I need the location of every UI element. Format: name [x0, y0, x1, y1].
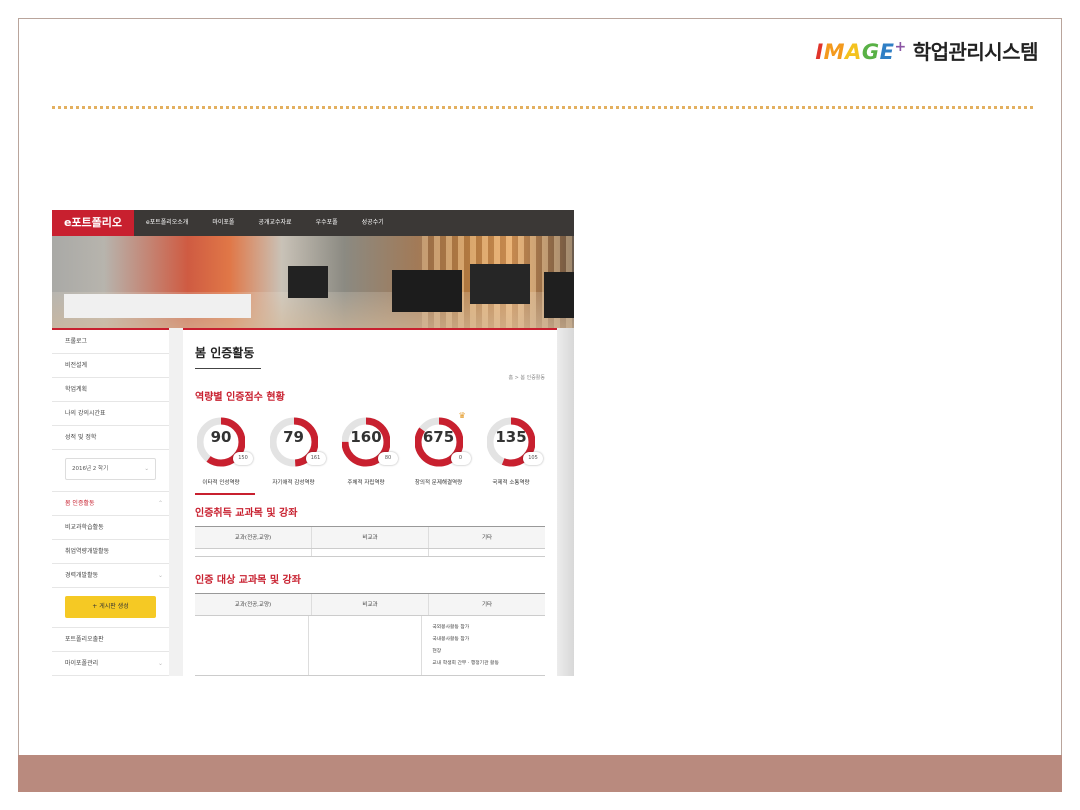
- sidebar-item-grades[interactable]: 성적 및 정학: [52, 426, 169, 450]
- gauge-target-badge: 80: [378, 452, 398, 465]
- gauge-target-badge: 0: [450, 452, 471, 465]
- nav-item-my-portfolio[interactable]: 마이포폴: [212, 210, 234, 236]
- nav-brand[interactable]: e포트폴리오: [52, 210, 134, 236]
- nav-item-intro[interactable]: e포트폴리오소개: [146, 210, 188, 236]
- chevron-down-icon: ⌄: [144, 466, 149, 472]
- create-board-button[interactable]: + 게시판 생성: [65, 596, 156, 618]
- hero-placeholder-box: [64, 294, 251, 318]
- gauge-label[interactable]: 이타적 인성역량: [191, 478, 251, 486]
- nav-item-best-portfolio[interactable]: 우수포폴: [316, 210, 338, 236]
- portfolio-screenshot: e포트폴리오 e포트폴리오소개 마이포폴 공개교수자료 우수포폴 성공수기 프롤…: [52, 210, 574, 676]
- table-header-cell: 비교과: [312, 594, 429, 615]
- breadcrumb: 홈 > 봄 인증활동: [508, 375, 545, 381]
- table-header-cell: 교과(전공,교양): [195, 527, 312, 548]
- list-item: 국내봉사활동 참가: [432, 637, 470, 642]
- table-header-cell: 비교과: [312, 527, 429, 548]
- list-item: 현장: [432, 649, 442, 654]
- list-item: 국외봉사활동 참가: [432, 625, 470, 630]
- table-row: [195, 549, 545, 557]
- table-row: 국외봉사활동 참가 국내봉사활동 참가 현장 교내 학생회 간부 · 행정기관 …: [195, 616, 545, 676]
- image-plus-logo: IMAGE+: [815, 39, 907, 64]
- gauge-value: 675: [422, 428, 455, 446]
- sidebar-item-vision[interactable]: 비전설계: [52, 354, 169, 378]
- gauge-label[interactable]: 국제적 소통역량: [481, 478, 541, 486]
- gauge-label[interactable]: 주체적 자립역량: [336, 478, 396, 486]
- sidebar: 프롤로그 비전설계 학업계획 나의 강의시간표 성적 및 정학 2016년 2 …: [52, 328, 169, 676]
- monitor-shape: [544, 272, 574, 318]
- sidebar-item-career[interactable]: 경력개발활동 ⌄: [52, 564, 169, 588]
- list-item: 교내 학생회 간부 · 행정기관 활동: [432, 661, 499, 666]
- section-heading-score: 역량별 인증점수 현황: [195, 392, 285, 403]
- gauge-target-badge: 161: [305, 452, 326, 465]
- gauge-value: 90: [210, 428, 232, 446]
- table-header-cell: 교과(전공,교양): [195, 594, 312, 615]
- table-header-row: 교과(전공,교양) 비교과 기타: [195, 594, 545, 616]
- table-header-cell: 기타: [481, 535, 493, 541]
- nav-item-public-materials[interactable]: 공개교수자료: [258, 210, 291, 236]
- etc-list: 국외봉사활동 참가 국내봉사활동 참가 현장 교내 학생회 간부 · 행정기관 …: [422, 616, 545, 675]
- table-header-cell: 기타: [481, 602, 493, 608]
- chevron-up-icon: ⌃: [157, 500, 163, 507]
- gauge-value: 160: [350, 428, 382, 446]
- gauge-target-badge: 150: [233, 452, 253, 465]
- sidebar-item-employment[interactable]: 취업역량개발활동: [52, 540, 169, 564]
- score-gauge: 160 80 주체적 자립역량: [342, 412, 400, 486]
- section-heading-target: 인증 대상 교과목 및 강좌: [195, 575, 301, 586]
- chevron-down-icon: ⌄: [157, 572, 163, 579]
- score-gauge: 135 105 국제적 소통역량: [487, 412, 545, 486]
- sidebar-item-timetable[interactable]: 나의 강의시간표: [52, 402, 169, 426]
- brand-header: IMAGE+ 학업관리시스템: [815, 36, 1038, 65]
- nav-item-success-stories[interactable]: 성공수기: [362, 210, 384, 236]
- sidebar-item-certification[interactable]: 봄 인증활동 ⌃: [52, 492, 169, 516]
- dotted-divider: [52, 106, 1033, 109]
- sidebar-item-publish[interactable]: 포트폴리오출판: [52, 628, 169, 652]
- scroll-edge: [557, 328, 574, 676]
- top-navigation: e포트폴리오 e포트폴리오소개 마이포폴 공개교수자료 우수포폴 성공수기: [52, 210, 574, 236]
- system-title: 학업관리시스템: [912, 40, 1039, 64]
- gauge-label[interactable]: 창의적 문제해결역량: [409, 478, 469, 486]
- sidebar-item-manage[interactable]: 마이포폴관리 ⌄: [52, 652, 169, 676]
- chevron-down-icon: ⌄: [157, 660, 163, 667]
- semester-select-wrap: 2016년 2 학기 ⌄: [52, 450, 169, 492]
- monitor-shape: [288, 266, 328, 298]
- gauge-label[interactable]: 자기애적 감성역량: [264, 478, 324, 486]
- title-underline: [195, 368, 261, 369]
- section-heading-acquired: 인증취득 교과목 및 강좌: [195, 508, 298, 519]
- semester-select[interactable]: 2016년 2 학기 ⌄: [65, 458, 156, 480]
- monitor-shape: [392, 270, 462, 312]
- active-gauge-underline: [195, 493, 255, 495]
- score-gauge: 90 150 이타적 인성역량: [197, 412, 255, 486]
- page-title: 봄 인증활동: [195, 346, 255, 360]
- acquired-table: 교과(전공,교양) 비교과 기타: [195, 526, 545, 557]
- target-table: 교과(전공,교양) 비교과 기타 국외봉사활동 참가 국내봉사활동 참가 현장 …: [195, 593, 545, 676]
- main-content: 봄 인증활동 홈 > 봄 인증활동 역량별 인증점수 현황 90 150 이타적 인…: [183, 328, 557, 676]
- gauge-target-badge: 105: [523, 452, 543, 465]
- gauge-value: 135: [495, 428, 527, 446]
- gauge-value: 79: [283, 428, 304, 446]
- trophy-icon: ♛: [458, 411, 466, 420]
- sidebar-item-extracurricular[interactable]: 비교과학습활동: [52, 516, 169, 540]
- hero-banner-image: [52, 236, 574, 328]
- table-header-row: 교과(전공,교양) 비교과 기타: [195, 527, 545, 549]
- score-gauge: 79 161 자기애적 감성역량: [269, 412, 328, 486]
- sidebar-item-study-plan[interactable]: 학업계획: [52, 378, 169, 402]
- monitor-shape: [470, 264, 530, 304]
- sidebar-item-prologue[interactable]: 프롤로그: [52, 330, 169, 354]
- score-gauge: 675 0 창의적 문제해결역량 ♛: [414, 411, 473, 486]
- footer-band: [18, 755, 1062, 792]
